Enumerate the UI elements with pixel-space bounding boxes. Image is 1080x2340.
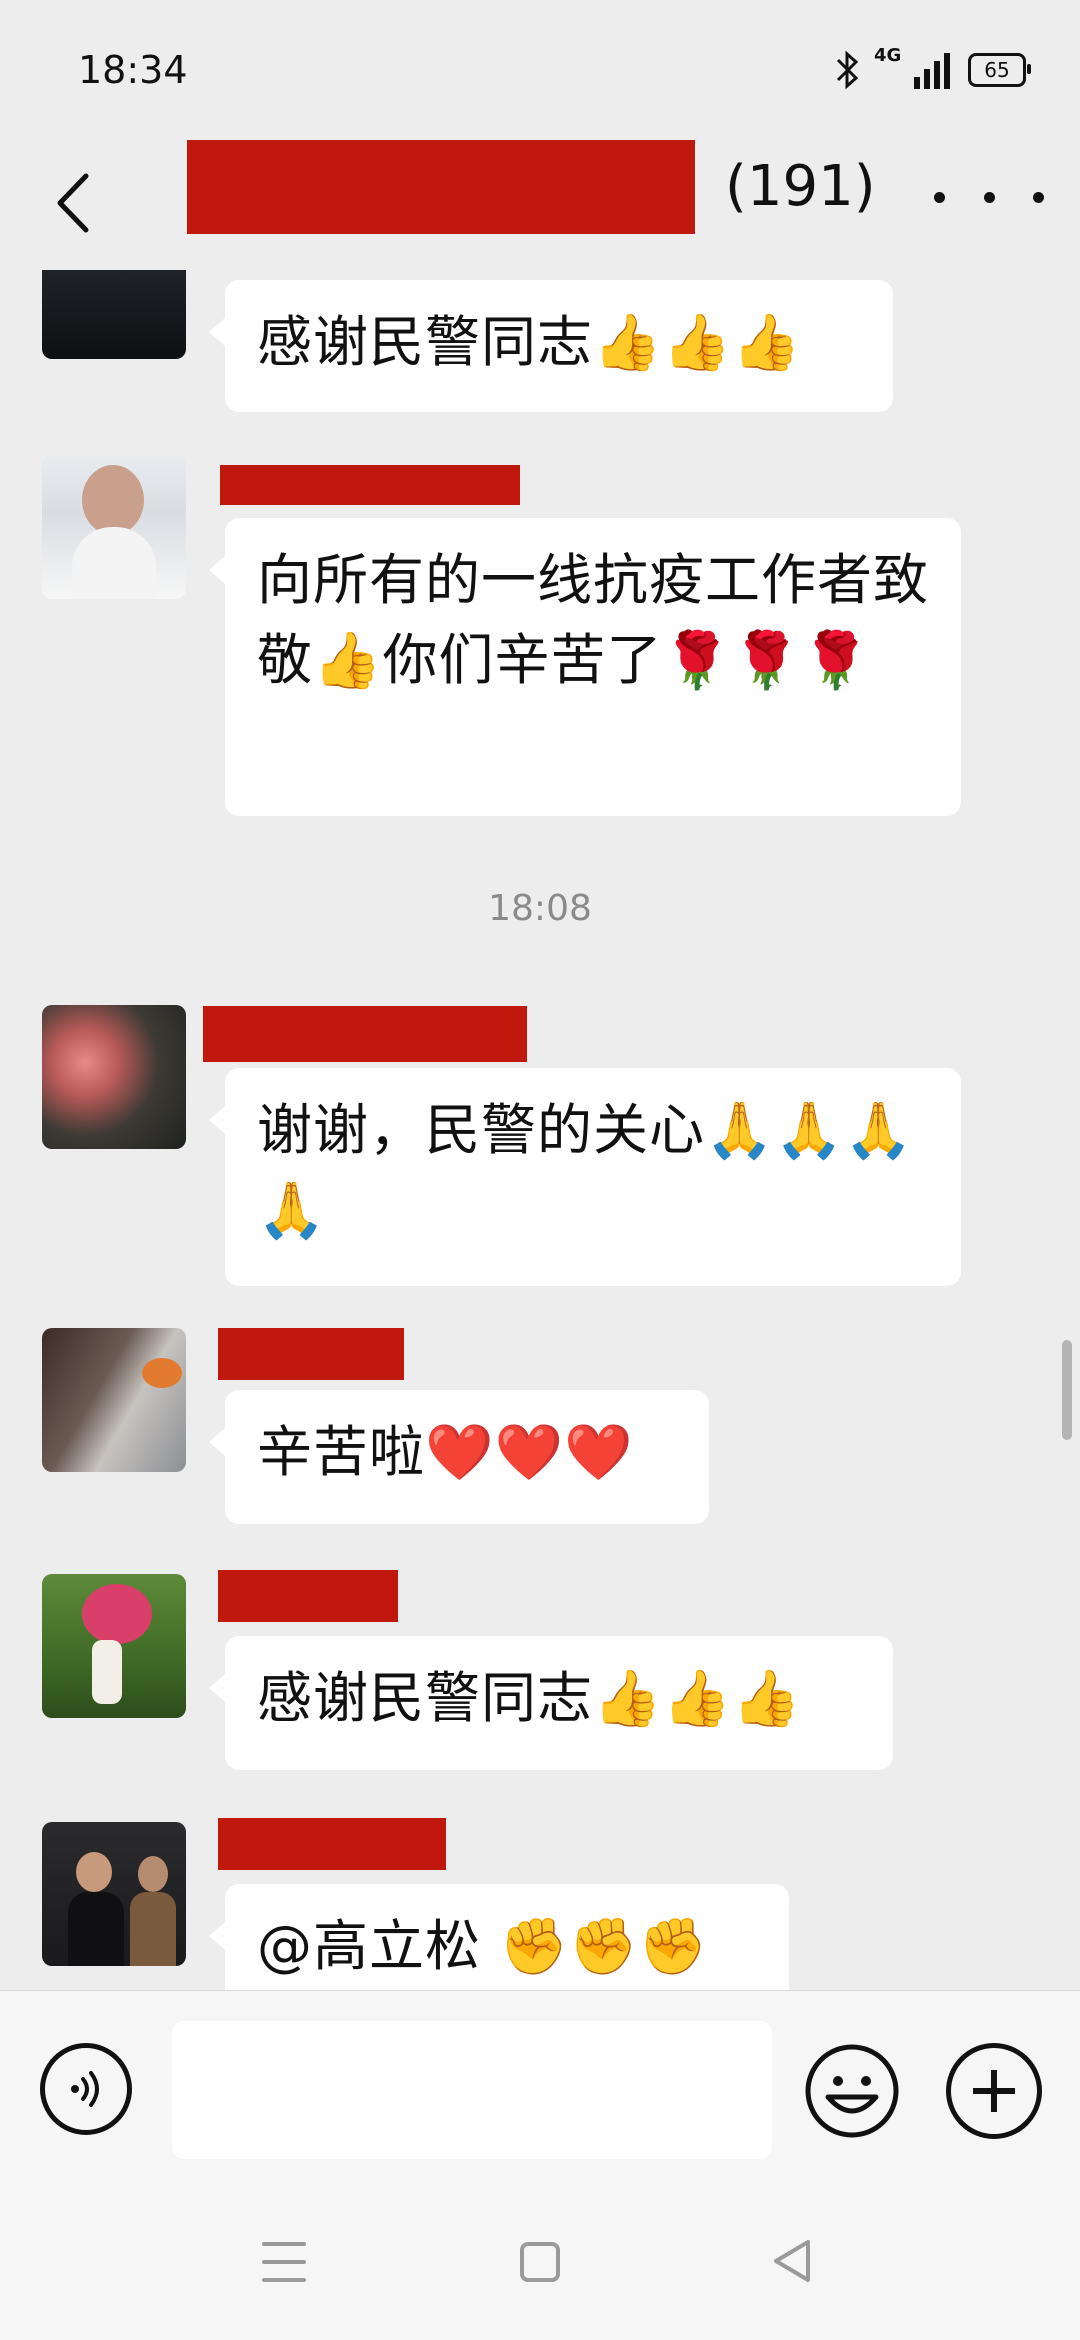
message-bubble[interactable]: 辛苦啦❤️❤️❤️ bbox=[209, 1390, 709, 1524]
message-bubble[interactable]: 感谢民警同志👍👍👍 bbox=[209, 1636, 893, 1770]
sender-name-redacted bbox=[203, 1006, 527, 1062]
message-bubble[interactable]: 感谢民警同志👍👍👍 bbox=[209, 280, 893, 412]
status-time: 18:34 bbox=[78, 48, 188, 92]
sender-avatar[interactable] bbox=[42, 1328, 186, 1472]
scrollbar[interactable] bbox=[1062, 1340, 1072, 1440]
sender-name-redacted bbox=[218, 1328, 404, 1380]
system-nav-bar bbox=[0, 2190, 1080, 2340]
emoji-icon[interactable] bbox=[804, 2043, 900, 2139]
status-bar: 18:34 4G 65 bbox=[0, 0, 1080, 140]
member-count: (191) bbox=[725, 154, 876, 219]
sender-avatar[interactable] bbox=[42, 270, 186, 359]
bluetooth-icon bbox=[836, 50, 859, 90]
chat-header: (191) bbox=[0, 140, 1080, 270]
message-bubble[interactable]: @高立松 ✊✊✊ bbox=[209, 1884, 789, 1990]
plus-icon[interactable] bbox=[946, 2043, 1042, 2139]
nav-back-triangle-icon[interactable] bbox=[770, 2236, 814, 2286]
more-dots-icon[interactable] bbox=[934, 172, 1044, 222]
voice-icon[interactable] bbox=[40, 2043, 132, 2135]
sender-avatar[interactable] bbox=[42, 455, 186, 599]
recents-menu-icon[interactable] bbox=[262, 2242, 306, 2282]
sender-avatar[interactable] bbox=[42, 1574, 186, 1718]
signal-icon: 4G bbox=[874, 45, 950, 89]
sender-name-redacted bbox=[220, 465, 520, 505]
status-icons: 4G 65 bbox=[834, 45, 1031, 90]
sender-name-redacted bbox=[218, 1570, 398, 1622]
message-bubble[interactable]: 谢谢，民警的关心🙏🙏🙏🙏 bbox=[209, 1068, 961, 1286]
network-type: 4G bbox=[874, 45, 902, 66]
input-bar bbox=[0, 1990, 1080, 2191]
message-bubble[interactable]: 向所有的一线抗疫工作者致敬👍你们辛苦了🌹🌹🌹 bbox=[209, 518, 961, 816]
sender-avatar[interactable] bbox=[42, 1005, 186, 1149]
battery-icon: 65 bbox=[968, 53, 1031, 87]
message-list[interactable]: 感谢民警同志👍👍👍 向所有的一线抗疫工作者致敬👍你们辛苦了🌹🌹🌹 18:08 谢… bbox=[0, 270, 1080, 1990]
sender-avatar[interactable] bbox=[42, 1822, 186, 1966]
sender-name-redacted bbox=[218, 1818, 446, 1870]
home-square-icon[interactable] bbox=[520, 2242, 560, 2282]
back-chevron-left-icon[interactable] bbox=[46, 168, 106, 238]
message-timestamp: 18:08 bbox=[488, 888, 592, 929]
group-title-redacted bbox=[187, 140, 695, 234]
battery-level: 65 bbox=[984, 58, 1010, 82]
message-input[interactable] bbox=[172, 2021, 772, 2159]
